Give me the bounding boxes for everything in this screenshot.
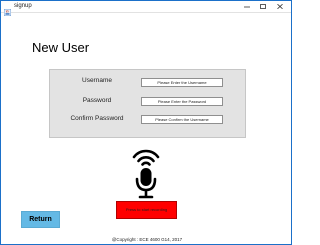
copyright-text: @Copyright : ECE 4600 G14, 2017 [111, 237, 183, 242]
username-field[interactable] [141, 78, 223, 87]
page-title: New User [32, 40, 90, 55]
confirm-password-label: Confirm Password [70, 115, 124, 122]
username-label: Username [82, 77, 112, 84]
return-button[interactable]: Return [21, 211, 60, 228]
record-button[interactable]: Press to start recording [116, 201, 177, 219]
close-icon [277, 4, 283, 9]
maximize-button[interactable] [256, 1, 270, 12]
microphone-icon [129, 144, 163, 200]
confirm-password-field[interactable] [141, 115, 223, 124]
signup-window: signup New User Username Password Confir… [0, 0, 292, 245]
password-label: Password [82, 97, 112, 104]
minimize-icon [244, 6, 250, 8]
close-button[interactable] [273, 1, 287, 12]
window-title: signup [14, 3, 32, 9]
maximize-icon [260, 4, 266, 9]
minimize-button[interactable] [240, 1, 254, 12]
java-app-icon [3, 3, 12, 17]
title-bar: signup [1, 1, 291, 17]
password-field[interactable] [141, 97, 223, 106]
